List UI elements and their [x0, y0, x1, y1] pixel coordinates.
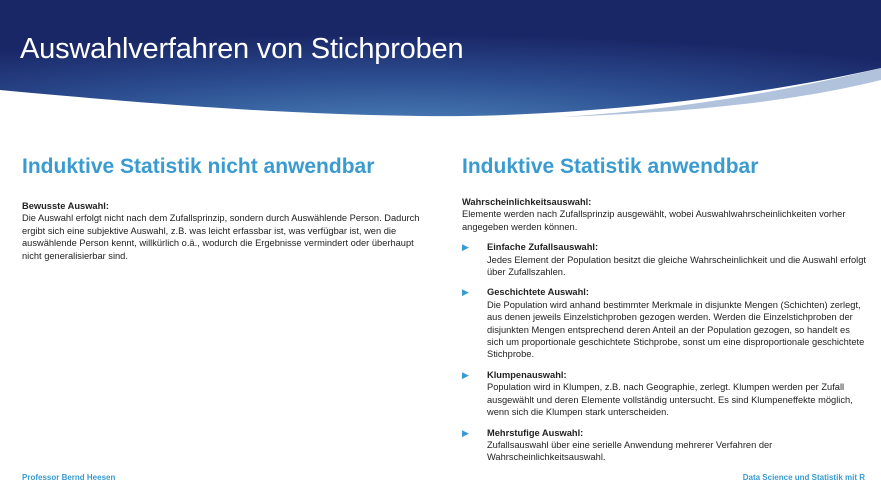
right-label: Wahrscheinlichkeitsauswahl:	[462, 197, 592, 207]
list-item: ▶ Einfache Zufallsauswahl: Jedes Element…	[462, 241, 866, 278]
triangle-bullet-icon: ▶	[462, 369, 469, 380]
left-label: Bewusste Auswahl:	[22, 201, 109, 211]
item-label: Mehrstufige Auswahl:	[487, 427, 584, 438]
title-banner: Auswahlverfahren von Stichproben	[0, 0, 881, 125]
item-text: Population wird in Klumpen, z.B. nach Ge…	[487, 382, 853, 418]
footer-course: Data Science und Statistik mit R	[742, 473, 865, 482]
triangle-bullet-icon: ▶	[462, 242, 469, 253]
item-label: Einfache Zufallsauswahl:	[487, 242, 599, 253]
list-item: ▶ Mehrstufige Auswahl: Zufallsauswahl üb…	[462, 427, 866, 464]
right-content: Wahrscheinlichkeitsauswahl: Elemente wer…	[462, 196, 866, 472]
triangle-bullet-icon: ▶	[462, 427, 469, 438]
right-text: Elemente werden nach Zufallsprinzip ausg…	[462, 209, 846, 232]
list-item: ▶ Geschichtete Auswahl: Die Population w…	[462, 286, 866, 360]
left-content: Bewusste Auswahl: Die Auswahl erfolgt ni…	[22, 200, 432, 262]
slide-title: Auswahlverfahren von Stichproben	[20, 33, 464, 65]
item-label: Klumpenauswahl:	[487, 369, 567, 380]
list-item: ▶ Klumpenauswahl: Population wird in Klu…	[462, 369, 866, 419]
right-heading: Induktive Statistik anwendbar	[462, 155, 759, 178]
item-label: Geschichtete Auswahl:	[487, 287, 589, 298]
triangle-bullet-icon: ▶	[462, 287, 469, 298]
left-text: Die Auswahl erfolgt nicht nach dem Zufal…	[22, 213, 420, 261]
item-text: Die Population wird anhand bestimmter Me…	[487, 299, 865, 360]
left-heading: Induktive Statistik nicht anwendbar	[22, 155, 375, 178]
item-text: Zufallsauswahl über eine serielle Anwend…	[487, 439, 773, 463]
item-text: Jedes Element der Population besitzt die…	[487, 254, 866, 278]
sampling-method-list: ▶ Einfache Zufallsauswahl: Jedes Element…	[462, 241, 866, 464]
footer-author: Professor Bernd Heesen	[22, 473, 116, 482]
slide: Auswahlverfahren von Stichproben Indukti…	[0, 0, 881, 489]
